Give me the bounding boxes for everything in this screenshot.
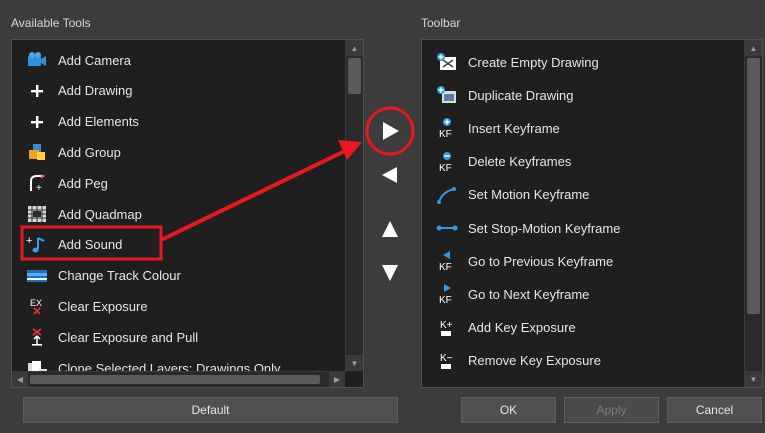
list-item[interactable]: Create Empty Drawing: [422, 47, 742, 77]
next-keyframe-icon: KF: [436, 283, 458, 305]
plus-icon: [26, 111, 48, 133]
sound-icon: +: [26, 234, 48, 256]
available-tools-horizontal-scrollbar[interactable]: ◀ ▶: [12, 371, 345, 387]
svg-text:EX: EX: [30, 298, 42, 308]
camera-icon: [26, 49, 48, 71]
list-item-label: Clear Exposure and Pull: [58, 329, 199, 345]
list-item[interactable]: EX Clear Exposure: [12, 291, 342, 321]
apply-button[interactable]: Apply: [564, 397, 659, 423]
list-item-label: Set Motion Keyframe: [468, 187, 590, 203]
svg-text:+: +: [26, 235, 32, 247]
scroll-down-icon[interactable]: ▼: [346, 355, 363, 371]
list-item[interactable]: KF Delete Keyframes: [422, 147, 742, 177]
quadmap-icon: [26, 203, 48, 225]
list-item-label: Go to Previous Keyframe: [468, 253, 614, 269]
list-item-label: Add Peg: [58, 175, 108, 191]
insert-keyframe-icon: KF: [436, 117, 458, 139]
scroll-up-icon[interactable]: ▲: [346, 40, 363, 56]
clear-exposure-icon: EX: [26, 295, 48, 317]
svg-text:KF: KF: [439, 163, 452, 173]
list-item[interactable]: Add Elements: [12, 107, 342, 137]
clear-exposure-pull-icon: [26, 326, 48, 348]
scroll-down-icon[interactable]: ▼: [745, 371, 762, 387]
list-item-label: Add Sound: [58, 237, 123, 253]
scroll-left-icon[interactable]: ◀: [12, 372, 28, 387]
list-item-label: Set Stop-Motion Keyframe: [468, 220, 621, 236]
list-item[interactable]: Duplicate Drawing: [422, 80, 742, 110]
svg-text:KF: KF: [439, 262, 452, 272]
down-arrow-icon: [382, 265, 398, 281]
list-item[interactable]: K− Remove Key Exposure: [422, 346, 742, 376]
list-item[interactable]: Add Group: [12, 137, 342, 167]
scroll-right-icon[interactable]: ▶: [329, 372, 345, 387]
list-item-label: Go to Next Keyframe: [468, 286, 590, 302]
list-item-label: Add Elements: [58, 114, 139, 130]
scrollbar-thumb[interactable]: [747, 58, 760, 314]
toolbar-label: Toolbar: [421, 16, 461, 30]
default-button[interactable]: Default: [23, 397, 398, 423]
list-item-label: Remove Key Exposure: [468, 353, 601, 369]
scroll-up-icon[interactable]: ▲: [745, 40, 762, 56]
list-item[interactable]: Add Camera: [12, 45, 342, 75]
plus-icon: [26, 80, 48, 102]
svg-text:KF: KF: [439, 295, 452, 305]
cancel-button[interactable]: Cancel: [667, 397, 762, 423]
list-item-label: Add Quadmap: [58, 206, 142, 222]
available-tools-vertical-scrollbar[interactable]: ▲ ▼: [345, 40, 363, 371]
list-item-label: Delete Keyframes: [468, 154, 572, 170]
move-up-button[interactable]: [374, 214, 406, 244]
svg-text:K+: K+: [440, 320, 453, 331]
toolbar-list[interactable]: Create Empty Drawing Duplicate Drawing KF I…: [421, 39, 763, 388]
toolbar-vertical-scrollbar[interactable]: ▲ ▼: [744, 40, 762, 387]
svg-text:K−: K−: [440, 353, 453, 364]
list-item-label: Insert Keyframe: [468, 120, 560, 136]
right-arrow-icon: [383, 122, 399, 140]
list-item[interactable]: Set Motion Keyframe: [422, 180, 742, 210]
list-item[interactable]: KF Go to Next Keyframe: [422, 279, 742, 309]
list-item[interactable]: Change Track Colour: [12, 261, 342, 291]
svg-text:+: +: [36, 183, 42, 193]
previous-keyframe-icon: KF: [436, 250, 458, 272]
remove-from-toolbar-button[interactable]: [372, 160, 408, 190]
ok-button[interactable]: OK: [461, 397, 556, 423]
list-item-label: Add Camera: [58, 52, 131, 68]
motion-keyframe-icon: [436, 184, 458, 206]
move-down-button[interactable]: [374, 258, 406, 288]
list-item[interactable]: Clear Exposure and Pull: [12, 322, 342, 352]
svg-text:KF: KF: [439, 129, 452, 139]
add-to-toolbar-button[interactable]: [368, 113, 412, 149]
left-arrow-icon: [382, 167, 397, 183]
list-item[interactable]: Add Drawing: [12, 76, 342, 106]
list-item-label: Add Group: [58, 144, 121, 160]
create-empty-drawing-icon: [436, 51, 458, 73]
delete-keyframe-icon: KF: [436, 151, 458, 173]
list-item[interactable]: K+ Add Key Exposure: [422, 313, 742, 343]
available-tools-label: Available Tools: [11, 16, 91, 30]
remove-key-exposure-icon: K−: [436, 350, 458, 372]
track-colour-icon: [26, 265, 48, 287]
list-item[interactable]: Add Quadmap: [12, 199, 342, 229]
available-tools-list[interactable]: Add Camera Add Drawing Add Elements Add Gro…: [11, 39, 364, 388]
scrollbar-thumb[interactable]: [348, 58, 361, 94]
list-item-label: Clear Exposure: [58, 298, 148, 314]
peg-icon: +: [26, 172, 48, 194]
add-key-exposure-icon: K+: [436, 317, 458, 339]
horizontal-scrollbar-thumb[interactable]: [30, 375, 320, 384]
list-item[interactable]: + Add Peg: [12, 168, 342, 198]
list-item-label: Change Track Colour: [58, 268, 181, 284]
list-item[interactable]: + Add Sound: [12, 230, 342, 260]
list-item-label: Add Key Exposure: [468, 320, 576, 336]
list-item-label: Add Drawing: [58, 83, 133, 99]
group-icon: [26, 141, 48, 163]
list-item[interactable]: KF Go to Previous Keyframe: [422, 246, 742, 276]
stop-motion-keyframe-icon: [436, 217, 458, 239]
duplicate-drawing-icon: [436, 84, 458, 106]
list-item-label: Duplicate Drawing: [468, 87, 574, 103]
list-item[interactable]: KF Insert Keyframe: [422, 113, 742, 143]
up-arrow-icon: [382, 221, 398, 237]
list-item-label: Create Empty Drawing: [468, 54, 599, 70]
list-item[interactable]: Set Stop-Motion Keyframe: [422, 213, 742, 243]
